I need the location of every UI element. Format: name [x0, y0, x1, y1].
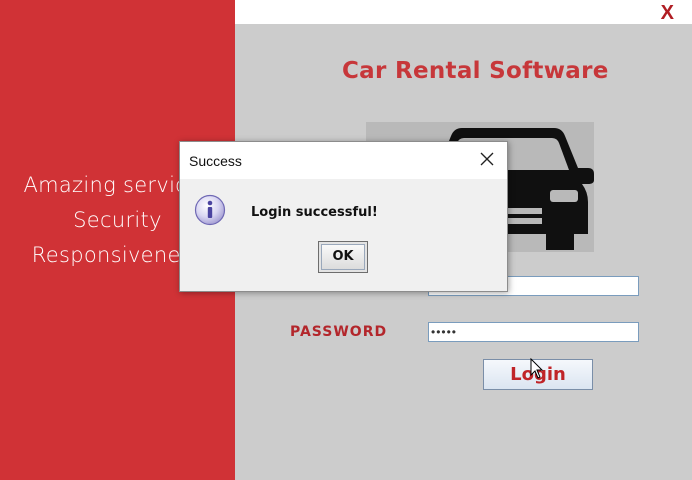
success-dialog: Success Login successful! OK — [179, 141, 508, 292]
window-topbar: X — [235, 0, 692, 24]
info-icon — [194, 194, 226, 226]
mouse-pointer-icon — [530, 358, 544, 379]
dialog-title: Success — [189, 153, 242, 169]
window-close-button[interactable]: X — [661, 2, 674, 25]
password-label: PASSWORD — [290, 324, 388, 340]
ok-button-label: OK — [321, 244, 365, 270]
app-title: Car Rental Software — [342, 58, 609, 84]
password-field[interactable] — [428, 322, 639, 342]
dialog-titlebar: Success — [180, 142, 507, 179]
dialog-close-icon[interactable] — [479, 151, 495, 167]
dialog-message: Login successful! — [251, 205, 378, 220]
ok-button[interactable]: OK — [318, 241, 368, 273]
